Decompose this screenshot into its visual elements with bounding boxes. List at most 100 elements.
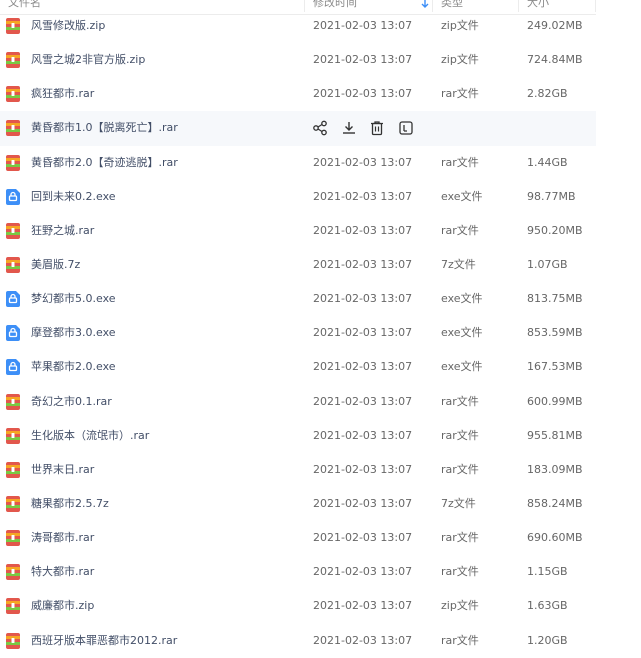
file-modified-date: 2021-02-03 13:07 (313, 633, 413, 647)
file-name-link[interactable]: 风雪之城2非官方版.zip (31, 43, 145, 77)
file-name-link[interactable]: 奇幻之市0.1.rar (31, 385, 112, 419)
file-row[interactable]: 回到未来0.2.exe 2021-02-03 13:07 exe文件 98.77MB (0, 180, 596, 214)
exe-icon (6, 325, 20, 342)
file-name-link[interactable]: 苹果都市2.0.exe (31, 350, 116, 384)
file-row[interactable]: 黄昏都市1.0【脱离死亡】.rar (0, 111, 596, 146)
file-type: exe文件 (441, 326, 483, 340)
file-row[interactable]: 狂野之城.rar 2021-02-03 13:07 rar文件 950.20MB (0, 214, 596, 248)
file-type: rar文件 (441, 87, 479, 101)
file-type: rar文件 (441, 633, 479, 647)
file-row[interactable]: 世界末日.rar 2021-02-03 13:07 rar文件 183.09MB (0, 453, 596, 487)
archive-icon (6, 86, 20, 103)
file-row[interactable]: 威廉都市.zip 2021-02-03 13:07 zip文件 1.63GB (0, 589, 596, 623)
file-name-link[interactable]: 摩登都市3.0.exe (31, 316, 116, 350)
file-name-link[interactable]: 黄昏都市1.0【脱离死亡】.rar (31, 111, 178, 145)
file-size: 858.24MB (527, 496, 583, 510)
file-size: 1.07GB (527, 257, 568, 271)
file-name-link[interactable]: 美眉版.7z (31, 248, 80, 282)
delete-icon[interactable] (369, 120, 385, 136)
archive-icon (6, 461, 20, 478)
archive-icon (6, 598, 20, 615)
file-modified-date: 2021-02-03 13:07 (313, 496, 413, 510)
file-row[interactable]: 特大都市.rar 2021-02-03 13:07 rar文件 1.15GB (0, 555, 596, 589)
file-size: 690.60MB (527, 531, 583, 545)
more-icon[interactable] (398, 120, 414, 136)
archive-icon (6, 393, 20, 410)
file-type: exe文件 (441, 189, 483, 203)
file-name-link[interactable]: 涛哥都市.rar (31, 521, 94, 555)
share-icon[interactable] (312, 120, 328, 136)
file-row[interactable]: 西班牙版本罪恶都市2012.rar 2021-02-03 13:07 rar文件 1.… (0, 624, 596, 658)
file-type: rar文件 (441, 462, 479, 476)
file-size: 950.20MB (527, 223, 583, 237)
file-row[interactable]: 生化版本（流氓市）.rar 2021-02-03 13:07 rar文件 955.81… (0, 419, 596, 453)
file-name-link[interactable]: 梦幻都市5.0.exe (31, 282, 116, 316)
file-type: 7z文件 (441, 496, 476, 510)
file-type: exe文件 (441, 292, 483, 306)
file-name-link[interactable]: 生化版本（流氓市）.rar (31, 419, 149, 453)
file-row[interactable]: 风雪修改版.zip 2021-02-03 13:07 zip文件 249.02MB (0, 9, 596, 43)
file-type: zip文件 (441, 53, 479, 67)
file-name-link[interactable]: 西班牙版本罪恶都市2012.rar (31, 624, 177, 658)
file-modified-date: 2021-02-03 13:07 (313, 360, 413, 374)
exe-icon (6, 359, 20, 376)
file-modified-date: 2021-02-03 13:07 (313, 223, 413, 237)
file-row[interactable]: 美眉版.7z 2021-02-03 13:07 7z文件 1.07GB (0, 248, 596, 282)
file-name-link[interactable]: 黄昏都市2.0【奇迹逃脱】.rar (31, 146, 178, 180)
archive-icon (6, 154, 20, 171)
file-row[interactable]: 涛哥都市.rar 2021-02-03 13:07 rar文件 690.60MB (0, 521, 596, 555)
exe-icon (6, 291, 20, 308)
archive-icon (6, 256, 20, 273)
file-name-link[interactable]: 回到未来0.2.exe (31, 180, 116, 214)
file-name-link[interactable]: 风雪修改版.zip (31, 9, 105, 43)
archive-icon (6, 530, 20, 547)
file-modified-date: 2021-02-03 13:07 (313, 394, 413, 408)
file-modified-date: 2021-02-03 13:07 (313, 462, 413, 476)
file-row[interactable]: 糖果都市2.5.7z 2021-02-03 13:07 7z文件 858.24MB (0, 487, 596, 521)
download-icon[interactable] (341, 120, 357, 136)
file-row[interactable]: 苹果都市2.0.exe 2021-02-03 13:07 exe文件 167.53MB (0, 350, 596, 384)
file-modified-date: 2021-02-03 13:07 (313, 19, 413, 32)
file-row[interactable]: 奇幻之市0.1.rar 2021-02-03 13:07 rar文件 600.99MB (0, 385, 596, 419)
file-type: rar文件 (441, 565, 479, 579)
file-row[interactable]: 疯狂都市.rar 2021-02-03 13:07 rar文件 2.82GB (0, 77, 596, 111)
file-name-link[interactable]: 威廉都市.zip (31, 589, 94, 623)
file-size: 955.81MB (527, 428, 583, 442)
file-name-link[interactable]: 糖果都市2.5.7z (31, 487, 109, 521)
file-type: zip文件 (441, 599, 479, 613)
file-size: 1.44GB (527, 155, 568, 169)
file-row[interactable]: 黄昏都市2.0【奇迹逃脱】.rar 2021-02-03 13:07 rar文件 1.… (0, 146, 596, 180)
file-row[interactable]: 风雪之城2非官方版.zip 2021-02-03 13:07 zip文件 724.84… (0, 43, 596, 77)
archive-icon (6, 495, 20, 512)
file-row[interactable]: 摩登都市3.0.exe 2021-02-03 13:07 exe文件 853.59MB (0, 316, 596, 350)
file-row[interactable]: 梦幻都市5.0.exe 2021-02-03 13:07 exe文件 813.75MB (0, 282, 596, 316)
file-modified-date: 2021-02-03 13:07 (313, 599, 413, 613)
archive-icon (6, 564, 20, 581)
archive-icon (6, 52, 20, 69)
file-size: 1.63GB (527, 599, 568, 613)
file-name-link[interactable]: 狂野之城.rar (31, 214, 94, 248)
file-modified-date: 2021-02-03 13:07 (313, 257, 413, 271)
file-modified-date: 2021-02-03 13:07 (313, 428, 413, 442)
file-size: 183.09MB (527, 462, 583, 476)
file-name-link[interactable]: 世界末日.rar (31, 453, 94, 487)
file-modified-date: 2021-02-03 13:07 (313, 53, 413, 67)
file-size: 1.15GB (527, 565, 568, 579)
file-size: 853.59MB (527, 326, 583, 340)
file-size: 724.84MB (527, 53, 583, 67)
archive-icon (6, 427, 20, 444)
file-type: zip文件 (441, 19, 479, 32)
file-type: exe文件 (441, 360, 483, 374)
file-name-link[interactable]: 疯狂都市.rar (31, 77, 94, 111)
file-modified-date: 2021-02-03 13:07 (313, 155, 413, 169)
file-type: rar文件 (441, 531, 479, 545)
file-type: rar文件 (441, 428, 479, 442)
list-right-margin (596, 0, 641, 656)
file-size: 98.77MB (527, 189, 576, 203)
exe-icon (6, 188, 20, 205)
archive-icon (6, 120, 20, 137)
file-size: 2.82GB (527, 87, 568, 101)
file-name-link[interactable]: 特大都市.rar (31, 555, 94, 589)
file-size: 600.99MB (527, 394, 583, 408)
file-type: rar文件 (441, 223, 479, 237)
